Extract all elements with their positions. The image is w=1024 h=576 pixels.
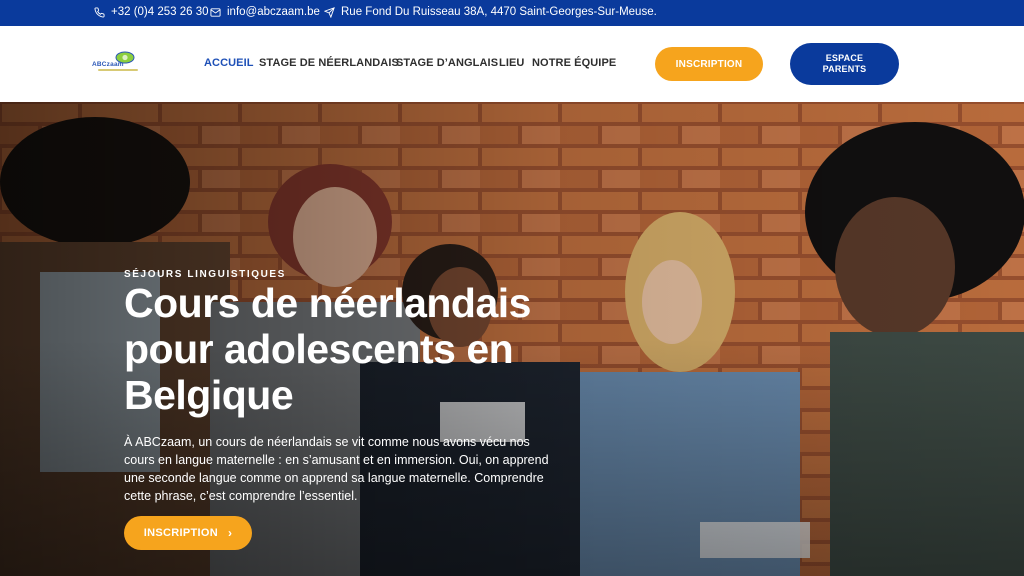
address-text: Rue Fond Du Ruisseau 38A, 4470 Saint-Geo…	[341, 6, 657, 18]
nav-lieu[interactable]: LIEU	[499, 57, 524, 69]
inscription-button[interactable]: INSCRIPTION	[655, 47, 763, 81]
espace-parents-button[interactable]: ESPACE PARENTS	[790, 43, 899, 85]
site-header: ABCzaam ACCUEIL STAGE DE NÉERLANDAIS STA…	[0, 26, 1024, 102]
hero-eyebrow: SÉJOURS LINGUISTIQUES	[124, 269, 286, 280]
hero-description-line: une seconde langue comme on apprend sa l…	[124, 471, 544, 485]
hero-title-line: pour adolescents en	[124, 326, 514, 372]
address-link[interactable]: Rue Fond Du Ruisseau 38A, 4470 Saint-Geo…	[324, 6, 657, 18]
email-text: info@abczaam.be	[227, 6, 320, 18]
hero-section: SÉJOURS LINGUISTIQUES Cours de néerlanda…	[0, 102, 1024, 576]
hero-description-line: cours en langue maternelle : en s’amusan…	[124, 453, 549, 467]
mail-icon	[210, 7, 221, 18]
espace-label-line1: ESPACE	[825, 53, 864, 63]
nav-stage-neerlandais[interactable]: STAGE DE NÉERLANDAIS	[259, 57, 399, 69]
logo-text: ABCzaam	[92, 61, 124, 68]
nav-stage-anglais[interactable]: STAGE D’ANGLAIS	[396, 57, 498, 69]
hero-inscription-button[interactable]: INSCRIPTION ›	[124, 516, 252, 550]
hero-description-line: cette phrase, c’est comprendre l’essenti…	[124, 489, 358, 503]
chevron-right-icon: ›	[227, 526, 233, 540]
espace-label-line2: PARENTS	[822, 64, 867, 74]
hero-title-line: Cours de néerlandais	[124, 280, 531, 326]
hero-title: Cours de néerlandais pour adolescents en…	[124, 280, 604, 418]
top-info-bar: +32 (0)4 253 26 30 info@abczaam.be Rue F…	[0, 0, 1024, 26]
hero-description: À ABCzaam, un cours de néerlandais se vi…	[124, 433, 549, 505]
nav-notre-equipe[interactable]: NOTRE ÉQUIPE	[532, 57, 616, 69]
email-link[interactable]: info@abczaam.be	[210, 6, 320, 18]
logo-tagline-mark	[98, 69, 138, 71]
send-icon	[324, 6, 335, 18]
phone-link[interactable]: +32 (0)4 253 26 30	[94, 6, 209, 18]
hero-title-line: Belgique	[124, 372, 294, 418]
hero-inscription-label: INSCRIPTION	[143, 527, 218, 539]
phone-icon	[94, 6, 105, 18]
nav-accueil[interactable]: ACCUEIL	[204, 57, 254, 69]
phone-text: +32 (0)4 253 26 30	[111, 6, 209, 18]
site-logo[interactable]: ABCzaam	[92, 50, 142, 76]
hero-description-line: À ABCzaam, un cours de néerlandais se vi…	[124, 435, 530, 449]
